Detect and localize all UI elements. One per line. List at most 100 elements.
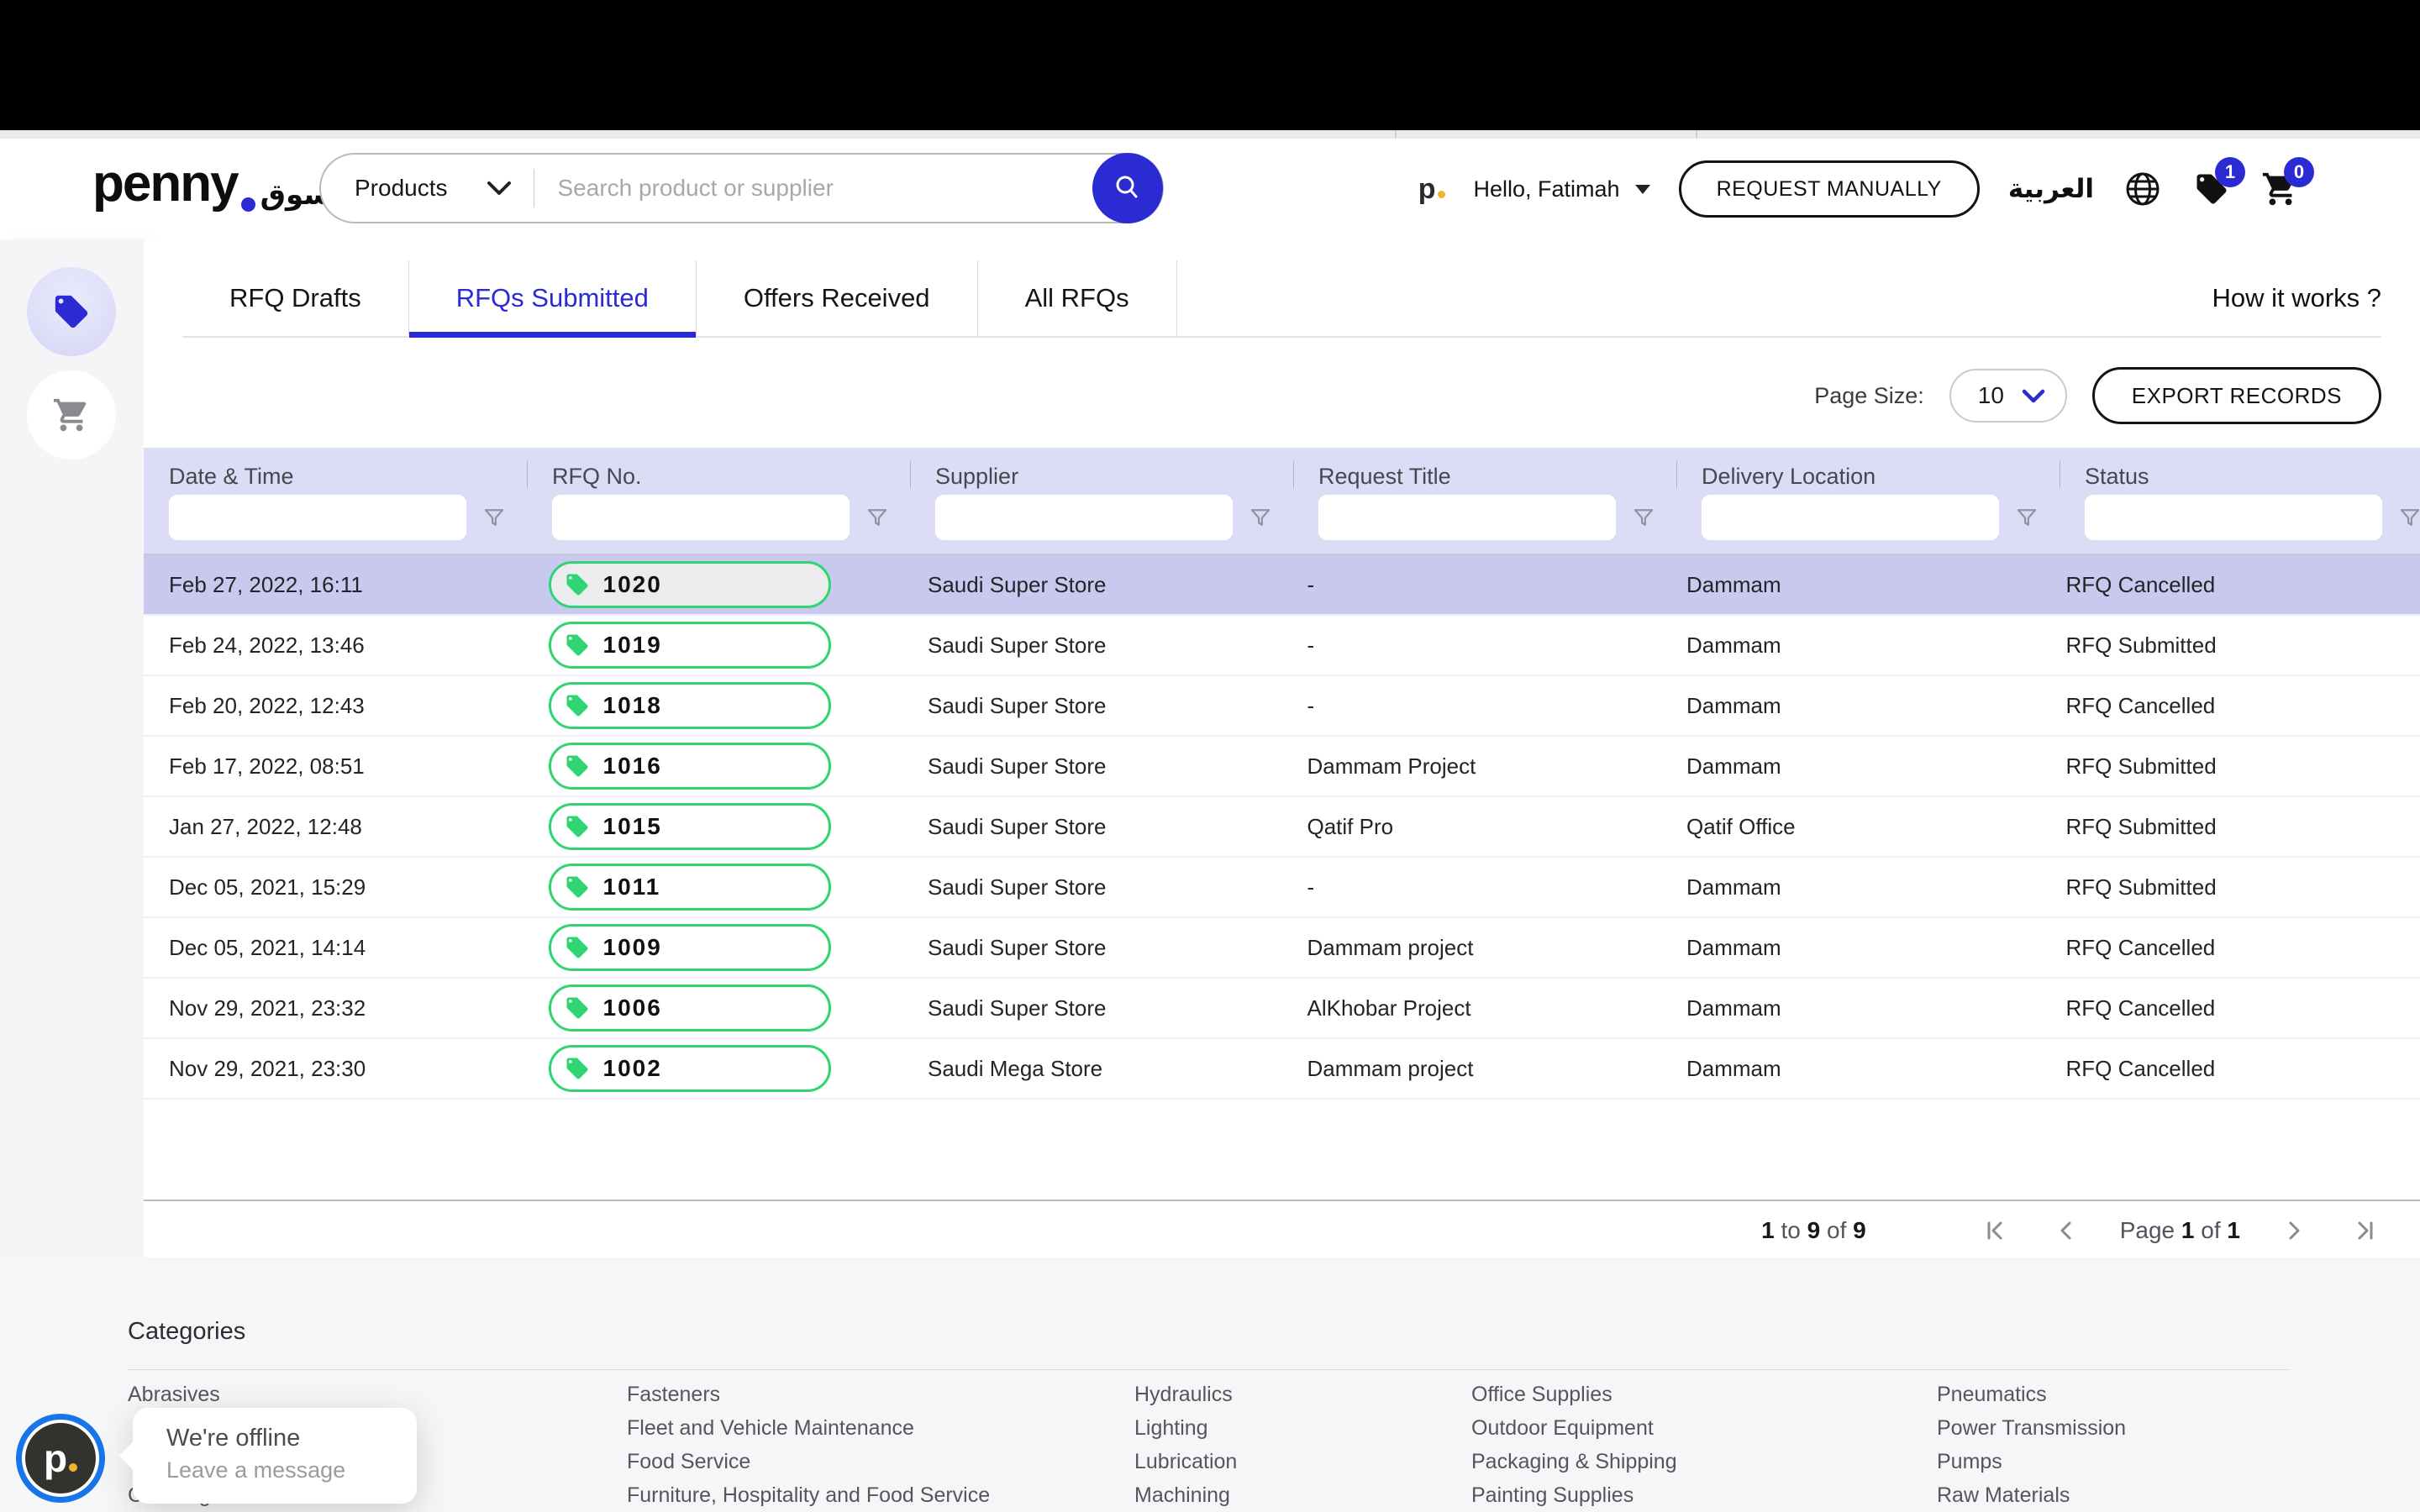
rfq-chip[interactable]: 1006 <box>548 984 831 1032</box>
prev-page-button[interactable] <box>2049 1214 2083 1247</box>
language-toggle[interactable]: العربية <box>2008 174 2094 204</box>
rfq-chip[interactable]: 1018 <box>548 682 831 729</box>
category-link[interactable]: Pneumatics <box>1937 1378 2126 1411</box>
category-link[interactable]: Office Supplies <box>1471 1378 1677 1411</box>
filter-funnel-icon[interactable] <box>865 505 890 530</box>
pagination: 1 to 9 of 9 Page 1 of 1 <box>1761 1214 2381 1247</box>
column-filter-input[interactable] <box>935 495 1233 540</box>
account-menu[interactable]: Hello, Fatimah <box>1474 176 1650 202</box>
chat-status-text: We're offline <box>166 1425 301 1452</box>
category-link[interactable]: Outdoor Equipment <box>1471 1411 1677 1445</box>
category-link[interactable]: Pumps <box>1937 1445 2126 1478</box>
export-records-button[interactable]: EXPORT RECORDS <box>2091 367 2381 424</box>
category-link[interactable]: Fleet and Vehicle Maintenance <box>627 1411 990 1445</box>
category-link[interactable]: Raw Materials <box>1937 1478 2126 1512</box>
penny-logo[interactable]: penny سوق <box>92 154 332 213</box>
categories-divider <box>128 1369 2290 1370</box>
column-filter-input[interactable] <box>1702 495 1999 540</box>
cell-request-title: - <box>1307 571 1315 597</box>
category-link[interactable]: Fasteners <box>627 1378 990 1411</box>
table-row[interactable]: Feb 27, 2022, 16:11 1020 Saudi Super Sto… <box>144 555 2420 616</box>
column-filter-input[interactable] <box>169 495 466 540</box>
table-column-header: Status <box>2060 448 2420 554</box>
page-size-select[interactable]: 10 <box>1949 369 2067 423</box>
category-link[interactable]: Painting Supplies <box>1471 1478 1677 1512</box>
rfq-chip[interactable]: 1019 <box>548 622 831 669</box>
category-link[interactable]: Lighting <box>1134 1411 1237 1445</box>
rfq-chip[interactable]: 1011 <box>548 864 831 911</box>
table-row[interactable]: Feb 24, 2022, 13:46 1019 Saudi Super Sto… <box>144 616 2420 676</box>
filter-funnel-icon[interactable] <box>1248 505 1273 530</box>
filter-funnel-icon[interactable] <box>1631 505 1656 530</box>
cart-button[interactable]: 0 <box>2260 157 2314 209</box>
tab-label: RFQ Drafts <box>229 283 361 312</box>
cell-delivery-location: Dammam <box>1686 632 1781 658</box>
category-link[interactable]: Hydraulics <box>1134 1378 1237 1411</box>
cell-request-title: - <box>1307 692 1315 718</box>
chat-popup[interactable]: We're offline Leave a message <box>118 1408 417 1504</box>
table-row[interactable]: Nov 29, 2021, 23:32 1006 Saudi Super Sto… <box>144 979 2420 1039</box>
category-link[interactable]: Lubrication <box>1134 1445 1237 1478</box>
tab-offers-received[interactable]: Offers Received <box>697 260 978 336</box>
tab-rfq-drafts[interactable]: RFQ Drafts <box>182 260 409 336</box>
next-page-button[interactable] <box>2277 1214 2311 1247</box>
tag-icon <box>55 295 88 328</box>
category-link[interactable]: Packaging & Shipping <box>1471 1445 1677 1478</box>
how-it-works-link[interactable]: How it works ? <box>2212 260 2381 336</box>
tag-icon <box>566 695 587 717</box>
column-label: Supplier <box>935 464 1019 489</box>
rfq-chip[interactable]: 1002 <box>548 1045 831 1092</box>
tab-all-rfqs[interactable]: All RFQs <box>978 260 1177 336</box>
filter-funnel-icon[interactable] <box>481 505 507 530</box>
rfq-chip[interactable]: 1009 <box>548 924 831 971</box>
cell-status: RFQ Cancelled <box>2065 1055 2216 1081</box>
table-column-header: RFQ No. <box>527 448 910 554</box>
tab-rfqs-submitted[interactable]: RFQs Submitted <box>408 260 697 338</box>
cart-badge: 0 <box>2284 157 2314 187</box>
last-page-button[interactable] <box>2348 1214 2381 1247</box>
cell-delivery-location: Dammam <box>1686 692 1781 718</box>
tag-icon <box>566 574 587 596</box>
category-link[interactable]: Abrasives <box>128 1378 341 1411</box>
category-link[interactable]: Power Transmission <box>1937 1411 2126 1445</box>
column-filter-input[interactable] <box>2085 495 2382 540</box>
search-button[interactable] <box>1092 153 1163 223</box>
first-page-button[interactable] <box>1979 1214 2012 1247</box>
category-link[interactable]: Food Service <box>627 1445 990 1478</box>
column-filter <box>552 495 910 540</box>
table-row[interactable]: Dec 05, 2021, 14:14 1009 Saudi Super Sto… <box>144 918 2420 979</box>
column-filter <box>2085 495 2420 540</box>
sidebar-item-rfqs[interactable] <box>27 267 116 356</box>
rfq-chip[interactable]: 1020 <box>548 561 831 608</box>
cell-rfq-no: 1006 <box>523 984 903 1032</box>
top-divider-strip <box>0 130 2420 139</box>
request-manually-button[interactable]: REQUEST MANUALLY <box>1678 160 1980 218</box>
cell-supplier: Saudi Super Store <box>928 632 1107 658</box>
chevron-right-icon <box>2289 1221 2300 1240</box>
chat-launcher[interactable]: p <box>22 1420 99 1497</box>
rfq-number: 1006 <box>602 995 662 1021</box>
table-row[interactable]: Feb 20, 2022, 12:43 1018 Saudi Super Sto… <box>144 676 2420 737</box>
category-link[interactable]: Furniture, Hospitality and Food Service <box>627 1478 990 1512</box>
search-input[interactable] <box>555 174 1092 202</box>
column-filter-input[interactable] <box>1318 495 1616 540</box>
table-row[interactable]: Jan 27, 2022, 12:48 1015 Saudi Super Sto… <box>144 797 2420 858</box>
cell-request-title: AlKhobar Project <box>1307 995 1471 1021</box>
table-row[interactable]: Dec 05, 2021, 15:29 1011 Saudi Super Sto… <box>144 858 2420 918</box>
filter-funnel-icon[interactable] <box>2397 505 2420 530</box>
rfq-chip[interactable]: 1015 <box>548 803 831 850</box>
globe-button[interactable] <box>2123 169 2163 209</box>
cell-supplier: Saudi Super Store <box>928 995 1107 1021</box>
category-link[interactable]: Machining <box>1134 1478 1237 1512</box>
category-select[interactable]: Products <box>321 175 512 202</box>
column-filter-input[interactable] <box>552 495 850 540</box>
rfq-chip[interactable]: 1016 <box>548 743 831 790</box>
rfq-tag-button[interactable]: 1 <box>2191 157 2245 209</box>
cell-rfq-no: 1002 <box>523 1045 903 1092</box>
categories-column: Office Supplies Outdoor Equipment Packagin… <box>1471 1378 1677 1512</box>
sidebar-item-cart[interactable] <box>27 370 116 459</box>
filter-funnel-icon[interactable] <box>2014 505 2039 530</box>
table-row[interactable]: Feb 17, 2022, 08:51 1016 Saudi Super Sto… <box>144 737 2420 797</box>
cart-icon <box>53 398 87 432</box>
table-row[interactable]: Nov 29, 2021, 23:30 1002 Saudi Mega Stor… <box>144 1039 2420 1100</box>
